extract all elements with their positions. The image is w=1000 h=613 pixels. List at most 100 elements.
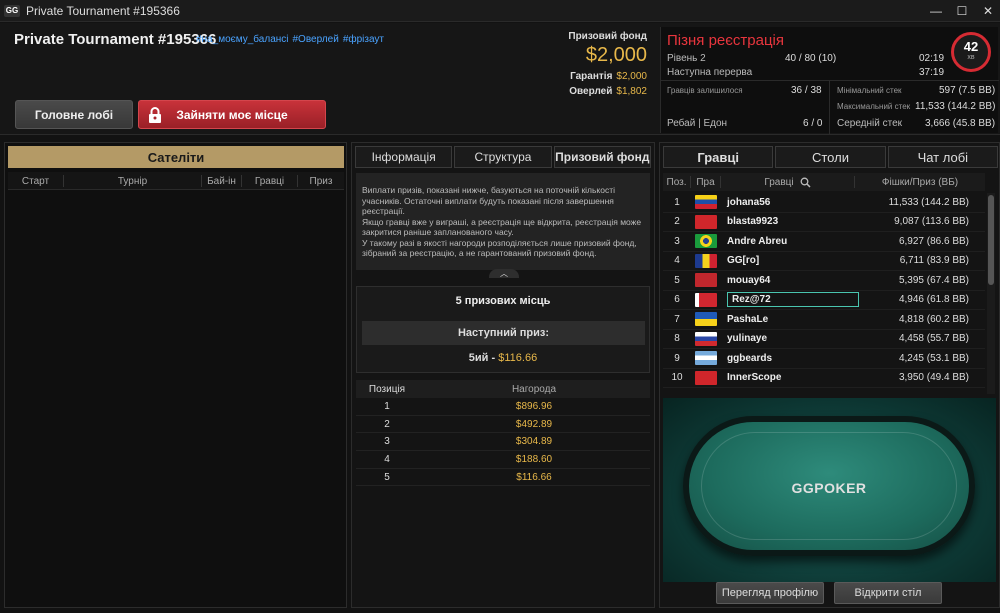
player-name: Andre Abreu [721, 236, 855, 247]
player-chips: 4,245 (53.1 BB) [898, 352, 969, 364]
next-prize-value: 5ий - $116.66 [357, 352, 649, 364]
tag-link[interactable]: #на_моєму_балансі [196, 34, 289, 45]
col-buyin[interactable]: Бай-ін [202, 175, 242, 187]
prize-amount: $492.89 [515, 418, 553, 430]
tag-link[interactable]: #Оверлей [293, 34, 339, 45]
avg-stack-value: 3,666 (45.8 BB) [925, 118, 996, 129]
player-name-text: GG[ro] [727, 255, 760, 267]
players-columns: Поз. Пра Гравці Фішки/Приз (ВБ) [663, 173, 985, 191]
brazil-flag-icon [695, 234, 717, 249]
scrollbar-thumb[interactable] [988, 195, 994, 285]
player-name: PashaLe [721, 314, 855, 325]
min-stack-value: 597 (7.5 BB) [939, 85, 996, 96]
country-flag-icon [691, 312, 721, 327]
tab-structure[interactable]: Структура [454, 146, 552, 168]
player-row[interactable]: 5 mouay64 5,395 (67.4 BB) [663, 271, 985, 291]
prize-amount: $304.89 [515, 436, 553, 448]
player-row[interactable]: 7 PashaLe 4,818 (60.2 BB) [663, 310, 985, 330]
main-lobby-button[interactable]: Головне лобі [15, 100, 133, 129]
country-flag-icon [691, 370, 721, 385]
player-name: GG[ro] [721, 255, 855, 266]
level-value: 40 / 80 (10) [785, 53, 837, 64]
player-row[interactable]: 10 InnerScope 3,950 (49.4 BB) [663, 369, 985, 388]
search-icon[interactable] [800, 177, 811, 188]
player-name-text: Andre Abreu [727, 235, 788, 247]
maximize-icon[interactable]: ☐ [956, 5, 968, 17]
players-list: 1 johana56 11,533 (144.2 BB) 2 blasta9923 9,0… [663, 193, 985, 394]
player-chips: 4,458 (55.7 BB) [898, 333, 969, 345]
country-flag-icon [691, 214, 721, 229]
player-row[interactable]: 6 Rez@72 4,946 (61.8 BB) [663, 291, 985, 310]
player-name-text: johana56 [727, 196, 771, 208]
player-rank: 2 [674, 216, 680, 228]
col-start[interactable]: Старт [8, 175, 64, 187]
player-row[interactable]: 4 GG[ro] 6,711 (83.9 BB) [663, 252, 985, 271]
col-country[interactable]: Пра [691, 176, 721, 188]
next-prize-place: 5ий [468, 352, 489, 364]
min-stack-label: Мінімальний стек [837, 86, 902, 95]
next-prize-amount: $116.66 [498, 352, 538, 364]
late-registration-panel: Пізня реєстрація Рівень 2 40 / 80 (10) 0… [660, 27, 999, 134]
player-name-text: PashaLe [727, 313, 769, 325]
player-row[interactable]: 3 Andre Abreu 6,927 (86.6 BB) [663, 232, 985, 252]
close-icon[interactable]: ✕ [982, 5, 994, 17]
player-rank: 10 [671, 372, 683, 384]
player-row[interactable]: 2 blasta9923 9,087 (113.6 BB) [663, 213, 985, 232]
player-rank: 5 [674, 274, 680, 286]
tab-tables[interactable]: Столи [775, 146, 886, 168]
take-seat-button[interactable]: Зайняти моє місце [138, 100, 326, 129]
player-chips: 3,950 (49.4 BB) [898, 372, 969, 384]
view-profile-button[interactable]: Перегляд профілю [716, 582, 824, 604]
next-prize-label: Наступний приз: [362, 321, 645, 345]
player-row[interactable]: 9 ggbeards 4,245 (53.1 BB) [663, 349, 985, 369]
ukraine-flag-icon [695, 312, 717, 327]
player-chips: 9,087 (113.6 BB) [894, 216, 969, 228]
prize-position: 1 [384, 400, 390, 412]
col-prize[interactable]: Приз [298, 175, 344, 187]
player-rank: 9 [674, 352, 680, 364]
open-table-button[interactable]: Відкрити стіл [834, 582, 942, 604]
take-seat-label: Зайняти моє місце [176, 107, 288, 122]
tournament-tags: #на_моєму_балансі #Оверлей #фрізаут [196, 34, 384, 45]
argentina-flag-icon [695, 351, 717, 366]
tab-players[interactable]: Гравці [663, 146, 774, 168]
col-players[interactable]: Гравці [721, 176, 855, 188]
col-tournament[interactable]: Турнір [64, 175, 202, 187]
satellites-panel: Сателіти Старт Турнір Бай-ін Гравці Приз [4, 142, 347, 608]
country-flag-icon [691, 253, 721, 268]
player-name-text: ggbeards [727, 352, 773, 364]
player-rank: 3 [674, 235, 680, 247]
col-chips[interactable]: Фішки/Приз (ВБ) [855, 176, 985, 188]
player-name-text: blasta9923 [727, 216, 779, 228]
minimize-icon[interactable]: — [930, 5, 942, 17]
break-label: Наступна перерва [667, 67, 753, 78]
break-time: 37:19 [919, 67, 945, 78]
collapse-chevron-icon[interactable]: ︿ [489, 269, 519, 278]
morocco-flag-icon [695, 273, 717, 288]
player-row[interactable]: 1 johana56 11,533 (144.2 BB) [663, 193, 985, 213]
players-scrollbar[interactable] [987, 193, 995, 394]
table-row: 5 $116.66 [356, 469, 650, 487]
player-name: blasta9923 [721, 216, 855, 227]
prize-fund-label: Призовий фонд [568, 31, 647, 42]
prize-places-box: 5 призових місць Наступний приз: 5ий - $… [356, 286, 650, 373]
tab-lobby-chat[interactable]: Чат лобі [887, 146, 998, 168]
tab-information[interactable]: Інформація [355, 146, 453, 168]
col-rank[interactable]: Поз. [663, 176, 691, 188]
players-tabs: Гравці Столи Чат лобі [663, 146, 998, 168]
tab-prize-pool[interactable]: Призовий фонд [553, 146, 651, 168]
tag-link[interactable]: #фрізаут [343, 34, 384, 45]
stats-divider [829, 81, 830, 134]
lock-icon [149, 107, 161, 123]
ggpoker-logo: GGPOKER [791, 480, 867, 496]
prize-table: Позиція Нагорода 1 $896.96 2 $492.89 3 $304… [356, 380, 650, 487]
player-name-text: Rez@72 [727, 292, 859, 308]
prize-position: 4 [384, 453, 390, 465]
guarantee-value: $2,000 [616, 71, 647, 82]
col-players[interactable]: Гравці [242, 175, 298, 187]
player-chips: 11,533 (144.2 BB) [888, 196, 969, 208]
player-row[interactable]: 8 yulinaye 4,458 (55.7 BB) [663, 330, 985, 349]
prize-amount: $896.96 [515, 400, 553, 412]
player-name-text: yulinaye [727, 333, 768, 345]
overlay-value: $1,802 [616, 86, 647, 97]
